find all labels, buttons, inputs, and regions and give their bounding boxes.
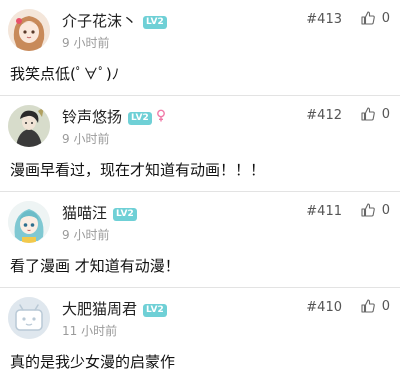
female-gender-icon [156, 108, 166, 126]
user-avatar[interactable] [8, 105, 50, 147]
avatar-anime-girl-icon [8, 9, 50, 51]
comment-text: 漫画早看过，现在才知道有动画！！！ [10, 161, 266, 179]
comment-text: 看了漫画 才知道有动漫！ [10, 257, 180, 275]
username-row: 铃声悠扬 LV2 [62, 106, 166, 127]
user-avatar[interactable] [8, 9, 50, 51]
floor-number: #413 [306, 12, 342, 27]
like-count: 0 [381, 298, 390, 314]
comment-item: 铃声悠扬 LV2 9 小时前 #412 0 漫画早看过，现在才知道有动画！！！ [0, 96, 400, 192]
floor-number: #412 [306, 108, 342, 123]
thumbs-up-icon [361, 11, 375, 25]
avatar-blue-hair-girl-icon [8, 201, 50, 243]
floor-number: #410 [306, 300, 342, 315]
username[interactable]: 介子花沫丶 [62, 12, 137, 30]
level-badge: LV2 [128, 112, 152, 125]
level-badge: LV2 [113, 208, 137, 221]
like-count: 0 [381, 10, 390, 26]
avatar-dark-character-icon [8, 105, 50, 147]
username-row: 介子花沫丶 LV2 [62, 10, 167, 31]
username[interactable]: 猫喵汪 [62, 204, 107, 222]
avatar-default-tv-icon [8, 297, 50, 339]
level-badge: LV2 [143, 16, 167, 29]
user-avatar[interactable] [8, 297, 50, 339]
comment-text: 我笑点低(ﾟ∀ﾟ)ﾉ [10, 65, 120, 83]
thumbs-up-icon [361, 299, 375, 313]
username[interactable]: 大肥猫周君 [62, 300, 137, 318]
like-button[interactable]: 0 [360, 202, 390, 218]
username[interactable]: 铃声悠扬 [62, 108, 122, 126]
username-row: 大肥猫周君 LV2 [62, 298, 167, 319]
comment-item: 介子花沫丶 LV2 9 小时前 #413 0 我笑点低(ﾟ∀ﾟ)ﾉ [0, 0, 400, 96]
timestamp: 9 小时前 [62, 132, 110, 146]
like-button[interactable]: 0 [360, 298, 390, 314]
floor-number: #411 [306, 204, 342, 219]
like-button[interactable]: 0 [360, 10, 390, 26]
username-row: 猫喵汪 LV2 [62, 202, 137, 223]
like-button[interactable]: 0 [360, 106, 390, 122]
thumbs-up-icon [361, 107, 375, 121]
comment-text: 真的是我少女漫的启蒙作 [10, 353, 176, 371]
thumbs-up-icon [361, 203, 375, 217]
timestamp: 11 小时前 [62, 324, 118, 338]
comment-item: 猫喵汪 LV2 9 小时前 #411 0 看了漫画 才知道有动漫！ [0, 192, 400, 288]
timestamp: 9 小时前 [62, 36, 110, 50]
like-count: 0 [381, 106, 390, 122]
level-badge: LV2 [143, 304, 167, 317]
like-count: 0 [381, 202, 390, 218]
user-avatar[interactable] [8, 201, 50, 243]
timestamp: 9 小时前 [62, 228, 110, 242]
comment-item: 大肥猫周君 LV2 11 小时前 #410 0 真的是我少女漫的启蒙作 [0, 288, 400, 384]
comment-list: 介子花沫丶 LV2 9 小时前 #413 0 我笑点低(ﾟ∀ﾟ)ﾉ 铃声悠扬 L… [0, 0, 400, 386]
